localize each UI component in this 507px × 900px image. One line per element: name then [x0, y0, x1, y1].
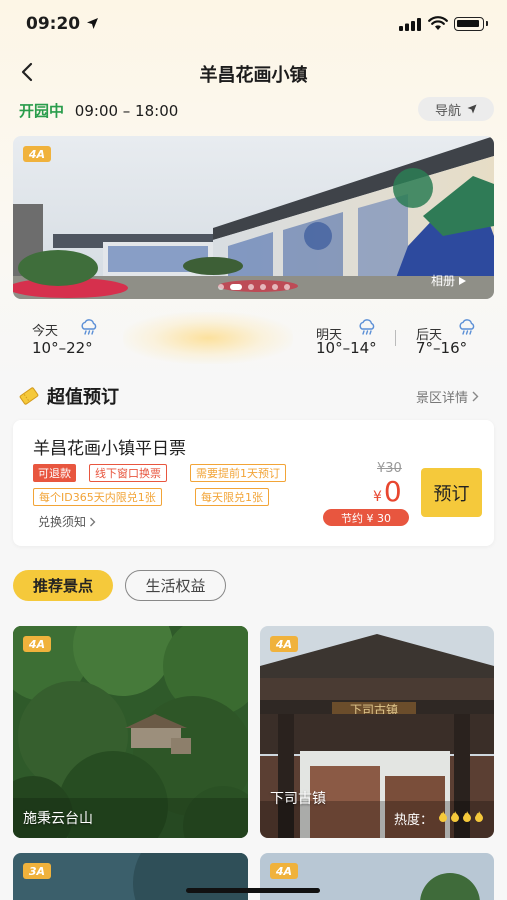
spot-name: 施秉云台山	[23, 811, 93, 827]
rating-badge: 4A	[270, 636, 298, 652]
cloud-rain-icon	[81, 319, 97, 335]
battery-icon	[454, 17, 488, 31]
carousel-dot-active[interactable]	[229, 284, 242, 290]
price-currency: ¥	[373, 489, 382, 505]
rating-badge: 4A	[23, 146, 51, 162]
spot-card[interactable]: 4A 施秉云台山	[13, 626, 248, 838]
sun-glow	[123, 312, 293, 364]
tab-life-benefits[interactable]: 生活权益	[125, 570, 226, 601]
book-button[interactable]: 预订	[421, 468, 482, 517]
weather-forecast: 今天 10°–22° 明天 10°–14° 后天 7°–16°	[13, 312, 494, 364]
weather-temp-after: 7°–16°	[416, 339, 468, 357]
status-time: 09:20	[26, 14, 81, 34]
cloud-rain-icon	[359, 319, 375, 335]
album-label: 相册	[430, 274, 455, 288]
weather-temp-today: 10°–22°	[32, 339, 93, 357]
navigation-label: 导航	[434, 103, 461, 119]
carousel-dot[interactable]	[217, 284, 224, 290]
heat-rating: 热度：	[394, 809, 484, 828]
exchange-notice-link[interactable]: 兑换须知	[38, 513, 96, 530]
weather-temp-tomorrow: 10°–14°	[316, 339, 377, 357]
tag-id-limit: 每个ID365天内限兑1张	[33, 488, 162, 506]
flame-icon	[439, 811, 447, 822]
spot-name: 下司古镇	[270, 791, 326, 807]
ticket-name: 羊昌花画小镇平日票	[33, 439, 186, 459]
cellular-signal-icon	[399, 18, 421, 31]
tag-advance-booking: 需要提前1天预订	[190, 464, 286, 482]
booking-title: 超值预订	[47, 387, 119, 408]
carousel-dot[interactable]	[259, 284, 266, 290]
flame-icon	[463, 811, 471, 822]
opening-hours: 09:00 – 18:00	[74, 102, 179, 120]
carousel-dot[interactable]	[247, 284, 254, 290]
status-bar: 09:20	[0, 0, 507, 48]
rating-badge: 4A	[270, 863, 298, 879]
tab-recommended-spots[interactable]: 推荐景点	[13, 570, 113, 601]
ticket-card[interactable]: 羊昌花画小镇平日票 可退款 线下窗口换票 需要提前1天预订 每个ID365天内限…	[13, 420, 494, 546]
scenic-banner[interactable]: 4A 相册	[13, 136, 494, 299]
album-link[interactable]: 相册	[431, 272, 466, 289]
navigation-button[interactable]: 导航	[418, 97, 494, 121]
tag-window-exchange: 线下窗口换票	[89, 464, 167, 482]
rating-badge: 4A	[23, 636, 51, 652]
carousel-dot[interactable]	[283, 284, 290, 290]
flame-icon	[475, 811, 483, 822]
heat-stars	[436, 811, 484, 826]
price-value: 0	[383, 475, 402, 508]
flame-icon	[451, 811, 459, 822]
booking-section-title: 超值预订	[19, 383, 119, 409]
tag-refundable: 可退款	[33, 464, 76, 482]
ticket-icon	[19, 387, 39, 405]
saving-badge: 节约 ¥ 30	[323, 509, 409, 526]
cloud-rain-icon	[459, 319, 475, 335]
location-arrow-icon	[87, 18, 98, 29]
open-status: 开园中 09:00 – 18:00	[19, 100, 178, 121]
rating-badge: 3A	[23, 863, 51, 879]
play-triangle-icon	[459, 276, 466, 285]
carousel-dot[interactable]	[271, 284, 278, 290]
scenic-detail-link[interactable]: 景区详情	[416, 387, 479, 406]
original-price: ¥30	[377, 461, 402, 476]
chevron-right-icon	[90, 517, 96, 526]
spot-photo-mountain	[13, 626, 248, 838]
open-status-label: 开园中	[19, 102, 65, 120]
weather-divider	[395, 330, 396, 346]
wifi-icon	[428, 16, 448, 30]
current-price: ¥ 0	[373, 475, 402, 508]
heat-label: 热度：	[393, 813, 433, 828]
navigation-arrow-icon	[467, 104, 477, 114]
weather-day-today: 今天	[32, 324, 59, 339]
tag-daily-limit: 每天限兑1张	[195, 488, 269, 506]
chevron-right-icon	[472, 391, 479, 402]
banner-photo	[13, 136, 494, 299]
page-title: 羊昌花画小镇	[199, 65, 308, 86]
spot-card[interactable]: 下司古镇 4A 下司古镇 热度：	[260, 626, 494, 838]
home-indicator	[186, 888, 320, 893]
scenic-detail-label: 景区详情	[416, 391, 469, 406]
carousel-dots[interactable]	[13, 284, 494, 290]
exchange-notice-label: 兑换须知	[38, 515, 87, 529]
